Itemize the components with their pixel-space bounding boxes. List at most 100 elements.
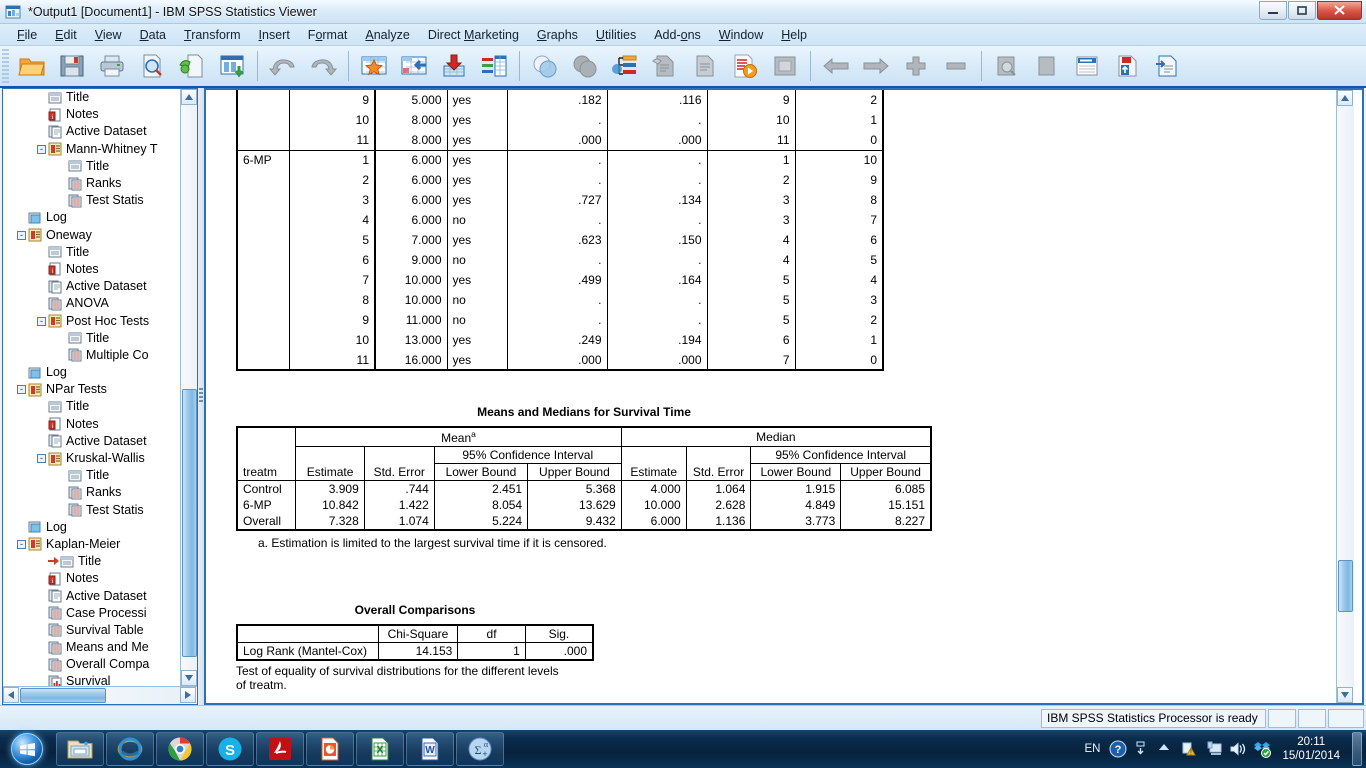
outline-item-ranks[interactable]: Ranks (3, 175, 181, 192)
dialog-recall-icon[interactable] (212, 47, 252, 85)
means-medians-table[interactable]: treatm Meana Median 95% Confidence Inter… (236, 426, 932, 531)
outline-item-active-dataset[interactable]: Active Dataset (3, 278, 181, 295)
open-file-icon[interactable] (12, 47, 52, 85)
scroll-down-arrow[interactable] (1337, 687, 1353, 703)
split-file-icon[interactable] (474, 47, 514, 85)
menu-file[interactable]: File (8, 26, 46, 44)
survival-table[interactable]: 9 5.000 yes .182.116 9 2 10 8.000 yes.. 10 1 11 8.00… (236, 90, 884, 371)
scroll-up-arrow[interactable] (181, 89, 197, 105)
spss-icon[interactable]: Σ α + (456, 732, 504, 766)
volume-icon[interactable] (1229, 740, 1247, 758)
menu-insert[interactable]: Insert (250, 26, 299, 44)
powerpoint-icon[interactable] (306, 732, 354, 766)
outline-scroll-thumb[interactable] (182, 389, 197, 657)
output-document[interactable]: 9 5.000 yes .182.116 9 2 10 8.000 yes.. 10 1 11 8.00… (206, 90, 1336, 690)
overlay-icon[interactable] (765, 47, 805, 85)
undo-icon[interactable] (263, 47, 303, 85)
run-icon[interactable] (725, 47, 765, 85)
use-variable-sets-icon[interactable] (645, 47, 685, 85)
outline-item-active-dataset[interactable]: Active Dataset (3, 123, 181, 140)
outline-expander-oneway[interactable]: - (17, 230, 26, 240)
outline-item-notes[interactable]: i Notes (3, 106, 181, 123)
outline-item-log[interactable]: Log (3, 364, 181, 381)
excel-icon[interactable]: X (356, 732, 404, 766)
outline-item-log[interactable]: Log (3, 519, 181, 536)
outline-vertical-scrollbar[interactable] (180, 89, 197, 686)
help-icon[interactable]: ? (1109, 740, 1127, 758)
menu-add-ons[interactable]: Add-ons (645, 26, 710, 44)
menu-analyze[interactable]: Analyze (356, 26, 418, 44)
menu-edit[interactable]: Edit (46, 26, 86, 44)
outline-item-mann-whitney-t[interactable]: - Mann-Whitney T (3, 141, 181, 158)
outline-item-title[interactable]: Title (3, 158, 181, 175)
menu-utilities[interactable]: Utilities (587, 26, 645, 44)
outline-item-title[interactable]: Title (3, 244, 181, 261)
outline-tree[interactable]: Title i Notes Active Dataset - Mann-Whitney T… (3, 89, 181, 686)
outline-item-active-dataset[interactable]: Active Dataset (3, 433, 181, 450)
value-labels-icon[interactable] (605, 47, 645, 85)
outline-item-survival[interactable]: Survival (3, 673, 181, 686)
chevron-up-icon[interactable] (1157, 740, 1175, 758)
outline-item-notes[interactable]: i Notes (3, 416, 181, 433)
hide-icon[interactable] (1027, 47, 1067, 85)
outline-expander-kruskal-wallis[interactable]: - (37, 454, 46, 464)
action-center-icon[interactable]: ! (1181, 740, 1199, 758)
menu-graphs[interactable]: Graphs (528, 26, 587, 44)
windows-explorer-icon[interactable] (56, 732, 104, 766)
goto-case-icon[interactable] (394, 47, 434, 85)
skype-icon[interactable]: S (206, 732, 254, 766)
outline-item-kruskal-wallis[interactable]: - Kruskal-Wallis (3, 450, 181, 467)
outline-expander-kaplan-meier[interactable]: - (17, 539, 26, 549)
outline-item-ranks[interactable]: Ranks (3, 484, 181, 501)
toolbar-grip[interactable] (2, 49, 9, 83)
outline-hscroll-thumb[interactable] (20, 688, 106, 703)
minimize-button[interactable] (1259, 1, 1287, 20)
outline-expander-mann-whitney-t[interactable]: - (37, 144, 46, 154)
scroll-left-arrow[interactable] (3, 687, 19, 703)
scroll-down-arrow[interactable] (181, 670, 197, 686)
insert-heading-icon[interactable] (1067, 47, 1107, 85)
maximize-restore-button[interactable] (1288, 1, 1316, 20)
start-button[interactable] (0, 730, 54, 768)
preview-icon[interactable] (987, 47, 1027, 85)
outline-item-title[interactable]: Title (3, 330, 181, 347)
internet-explorer-icon[interactable] (106, 732, 154, 766)
output-vertical-scrollbar[interactable] (1336, 90, 1354, 703)
outline-item-notes[interactable]: i Notes (3, 570, 181, 587)
menu-direct-marketing[interactable]: Direct Marketing (419, 26, 528, 44)
outline-item-test-statis[interactable]: Test Statis (3, 502, 181, 519)
show-desktop-button[interactable] (1352, 732, 1362, 766)
outline-item-kaplan-meier[interactable]: - Kaplan-Meier (3, 536, 181, 553)
promote-icon[interactable] (896, 47, 936, 85)
menu-format[interactable]: Format (299, 26, 357, 44)
outline-item-overall-compa[interactable]: Overall Compa (3, 656, 181, 673)
next-output-icon[interactable] (856, 47, 896, 85)
weight-cases-icon[interactable] (525, 47, 565, 85)
scroll-right-arrow[interactable] (180, 687, 196, 703)
menu-data[interactable]: Data (131, 26, 175, 44)
menu-view[interactable]: View (86, 26, 131, 44)
previous-output-icon[interactable] (816, 47, 856, 85)
outline-item-npar-tests[interactable]: - NPar Tests (3, 381, 181, 398)
outline-item-title[interactable]: Title (3, 398, 181, 415)
outline-item-title[interactable]: Title (3, 553, 181, 570)
goto-data-icon[interactable] (354, 47, 394, 85)
outline-item-log[interactable]: Log (3, 209, 181, 226)
save-icon[interactable] (52, 47, 92, 85)
demote-icon[interactable] (936, 47, 976, 85)
outline-item-oneway[interactable]: - Oneway (3, 227, 181, 244)
outline-item-means-and-me[interactable]: Means and Me (3, 639, 181, 656)
word-icon[interactable]: W (406, 732, 454, 766)
tray-language-indicator[interactable]: EN (1084, 743, 1100, 755)
menu-help[interactable]: Help (772, 26, 816, 44)
outline-item-post-hoc-tests[interactable]: - Post Hoc Tests (3, 312, 181, 329)
select-cases-icon[interactable] (565, 47, 605, 85)
show-all-variables-icon[interactable] (685, 47, 725, 85)
overall-comparisons-table[interactable]: Chi-Square df Sig. Log Rank (Mantel-Cox)… (236, 624, 594, 661)
close-button[interactable] (1317, 1, 1362, 20)
outline-item-title[interactable]: Title (3, 467, 181, 484)
outline-expander-post-hoc-tests[interactable]: - (37, 316, 46, 326)
print-icon[interactable] (92, 47, 132, 85)
insert-title-icon[interactable] (1107, 47, 1147, 85)
redo-icon[interactable] (303, 47, 343, 85)
